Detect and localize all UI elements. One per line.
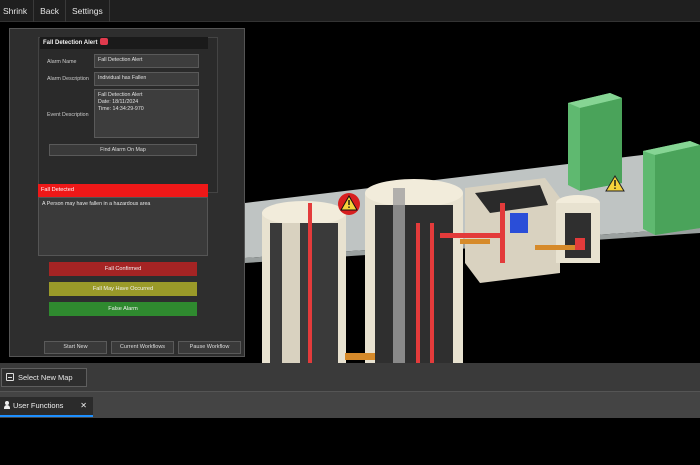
fall-detected-header: Fall Detected [38,184,208,197]
select-new-map-label: Select New Map [18,373,73,382]
event-description-field[interactable]: Fall Detection Alert Date: 18/11/2024 Ti… [94,89,199,138]
current-workflows-button[interactable]: Current Workflows [111,341,174,354]
alarm-name-field[interactable]: Fall Detection Alert [94,54,199,68]
shrink-button[interactable]: Shrink [0,0,35,22]
event-line: Date: 18/11/2024 [98,99,139,105]
green-cabinet-left [568,93,622,191]
alert-flag-icon [100,38,109,45]
tab-user-functions-label: User Functions [13,401,64,410]
tab-strip [0,391,700,418]
alarm-panel-title: Fall Detection Alert [40,37,208,49]
fall-message-box: A Person may have fallen in a hazardous … [38,197,208,256]
back-button[interactable]: Back [34,0,66,22]
fall-may-have-occurred-button[interactable]: Fall May Have Occurred [49,282,197,296]
map-select-icon [6,373,14,381]
shaft-left [262,201,346,363]
event-description-label: Event Description [47,112,89,118]
alarm-description-label: Alarm Description [47,76,89,82]
alarm-name-label: Alarm Name [47,59,77,65]
close-icon[interactable]: ✕ [80,397,87,415]
alarm-description-field[interactable]: Individual has Fallen [94,72,199,86]
event-line: Time: 14:34:29-970 [98,106,144,112]
pause-workflow-button[interactable]: Pause Workflow [178,341,241,354]
find-alarm-on-map-button[interactable]: Find Alarm On Map [49,144,197,156]
menu-bar: Shrink Back Settings [0,0,700,22]
tab-user-functions[interactable]: User Functions ✕ [0,397,93,417]
false-alarm-button[interactable]: False Alarm [49,302,197,316]
user-icon [4,401,10,409]
event-line: Fall Detection Alert [98,92,143,98]
start-new-button[interactable]: Start New [44,341,107,354]
map-toolbar [0,363,700,391]
settings-button[interactable]: Settings [66,0,110,22]
warning-icon-active[interactable] [338,193,360,215]
bottom-area [0,418,700,465]
fall-confirmed-button[interactable]: Fall Confirmed [49,262,197,276]
select-new-map-button[interactable]: Select New Map [1,368,87,387]
green-cabinet-right [643,141,700,235]
